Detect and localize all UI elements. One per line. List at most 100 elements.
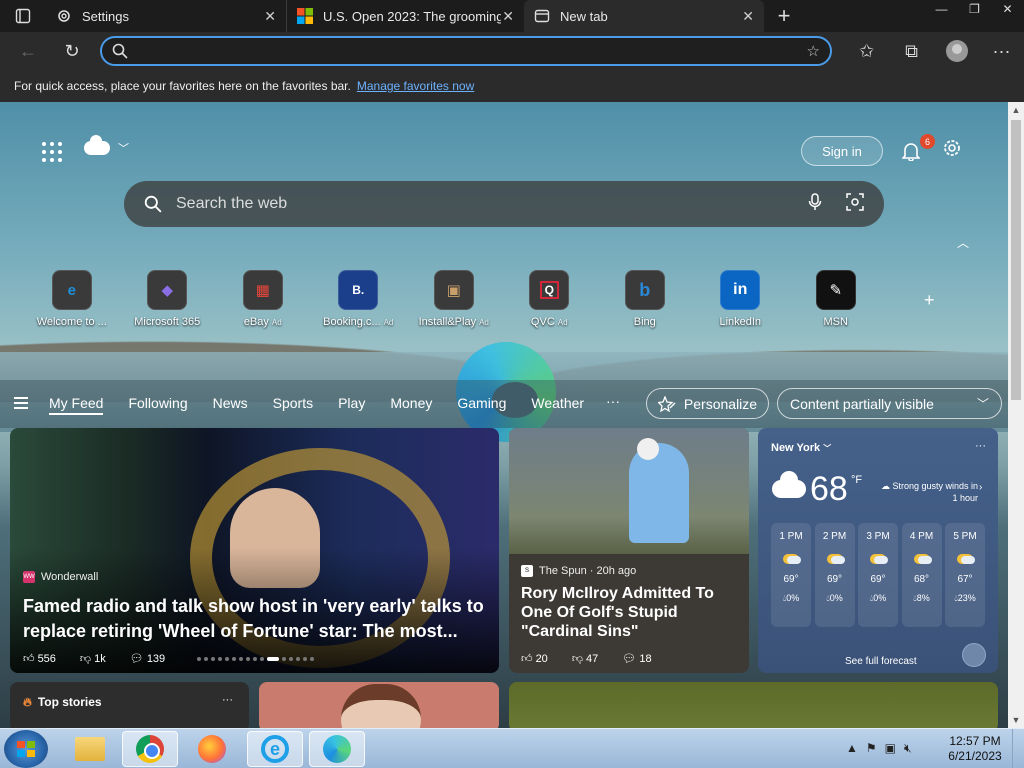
add-quick-link-button[interactable]: + [924, 290, 935, 311]
feed-tab-gaming[interactable]: Gaming [457, 395, 506, 415]
like-button[interactable]: 👍︎ 20 [521, 652, 560, 665]
volume-muted-icon[interactable]: 🔇︎ [904, 741, 912, 756]
close-icon[interactable]: ✕ [264, 8, 276, 25]
start-button[interactable] [4, 730, 48, 768]
web-search-box[interactable] [124, 181, 884, 227]
tab-new-tab[interactable]: New tab ✕ [524, 0, 764, 32]
scroll-up-arrow-icon[interactable]: ▲ [1008, 102, 1024, 118]
action-center-icon[interactable]: ⚑ [866, 741, 877, 756]
scroll-down-arrow-icon[interactable]: ▼ [1008, 712, 1024, 728]
tab-us-open[interactable]: U.S. Open 2023: The grooming m ✕ [286, 0, 524, 32]
taskbar-firefox[interactable] [184, 731, 240, 767]
close-window-button[interactable]: ✕ [991, 0, 1024, 18]
favorites-bar: For quick access, place your favorites h… [0, 70, 1024, 102]
new-tab-button[interactable]: + [764, 3, 804, 29]
carousel-indicator[interactable] [197, 657, 317, 661]
taskbar-clock[interactable]: 12:57 PM 6/21/2023 [944, 734, 1006, 764]
web-search-input[interactable] [162, 195, 794, 213]
like-button[interactable]: 👍︎ 556 [23, 652, 68, 665]
hamburger-menu-icon[interactable] [14, 397, 28, 409]
tab-actions-button[interactable] [0, 0, 46, 32]
refresh-button[interactable]: ↻ [52, 32, 92, 70]
quick-link-msn[interactable]: ✎ MSN [788, 270, 884, 328]
weather-card[interactable]: New York ﹀ ··· 68 °F ☁︎ Strong gusty win… [758, 428, 998, 673]
quick-link-linkedin[interactable]: in LinkedIn [693, 270, 789, 328]
feed-tab-news[interactable]: News [213, 395, 248, 415]
quick-link-booking[interactable]: B. Booking.c... Ad [311, 270, 407, 328]
comments-button[interactable]: 💬︎ 139 [130, 652, 177, 665]
weather-map-icon[interactable] [962, 643, 986, 667]
settings-menu-button[interactable]: ··· [979, 32, 1024, 70]
feed-tab-play[interactable]: Play [338, 395, 365, 415]
feed-tab-weather[interactable]: Weather [531, 395, 584, 415]
story-card-main[interactable]: WW Wonderwall Famed radio and talk show … [10, 428, 499, 673]
taskbar-edge[interactable] [309, 731, 365, 767]
dislike-button[interactable]: 👎︎ 1k [80, 652, 118, 665]
close-icon[interactable]: ✕ [502, 8, 514, 25]
story-card-field[interactable] [509, 682, 998, 728]
hour-forecast[interactable]: 5 PM 67° 💧︎23% [945, 523, 985, 627]
quick-link-bing[interactable]: b Bing [597, 270, 693, 328]
taskbar-chrome[interactable] [122, 731, 178, 767]
page-settings-button[interactable] [942, 138, 962, 164]
scrollbar-thumb[interactable] [1011, 120, 1021, 400]
manage-favorites-link[interactable]: Manage favorites now [357, 79, 474, 93]
quick-link-microsoft-365[interactable]: ◆ Microsoft 365 [120, 270, 216, 328]
back-button[interactable]: ← [8, 32, 48, 70]
content-visibility-dropdown[interactable]: Content partially visible ﹀ [777, 388, 1002, 419]
temperature-unit[interactable]: °F [851, 474, 862, 486]
feed-more-button[interactable]: ··· [606, 393, 620, 409]
feed-tab-my-feed[interactable]: My Feed [49, 395, 104, 415]
microsoft-icon [297, 8, 313, 24]
add-favorite-icon[interactable]: ☆ [807, 42, 820, 60]
profile-button[interactable] [934, 32, 979, 70]
chevron-right-icon[interactable]: › [979, 482, 982, 493]
apps-launcher-icon[interactable] [42, 142, 62, 162]
sign-in-button[interactable]: Sign in [801, 136, 883, 166]
story-card-golf[interactable]: S The Spun · 20h ago Rory McIlroy Admitt… [509, 428, 749, 673]
see-full-forecast-link[interactable]: See full forecast [845, 656, 917, 667]
close-icon[interactable]: ✕ [742, 8, 754, 25]
weather-more-button[interactable]: ··· [975, 440, 986, 452]
page-scrollbar[interactable]: ▲ ▼ [1008, 102, 1024, 728]
weather-widget-button[interactable]: ﹀ [84, 135, 129, 156]
collections-button[interactable]: ⧉ [889, 32, 934, 70]
show-desktop-button[interactable] [1012, 729, 1024, 768]
favorites-button[interactable]: ✩ [844, 32, 889, 70]
dislike-button[interactable]: 👎︎ 47 [572, 652, 610, 665]
refresh-icon: ↻ [64, 40, 80, 61]
hour-forecast[interactable]: 3 PM 69° 💧︎0% [858, 523, 898, 627]
quick-link-welcome[interactable]: e Welcome to ... [24, 270, 120, 328]
hour-forecast[interactable]: 2 PM 69° 💧︎0% [814, 523, 855, 627]
hour-forecast[interactable]: 4 PM 68° 💧︎8% [901, 523, 942, 627]
address-input[interactable] [128, 43, 807, 59]
weather-location[interactable]: New York ﹀ [771, 442, 831, 454]
personalize-button[interactable]: Personalize [646, 388, 769, 419]
story-title[interactable]: Famed radio and talk show host in 'very … [23, 594, 491, 644]
minimize-button[interactable]: — [925, 0, 958, 18]
taskbar-explorer[interactable] [62, 731, 118, 767]
chevron-up-icon[interactable]: ︿ [957, 234, 969, 251]
weather-alert[interactable]: ☁︎ Strong gusty winds in 1 hour [878, 480, 978, 504]
quick-link-qvc[interactable]: Q QVC Ad [502, 270, 598, 328]
comments-button[interactable]: 💬︎ 18 [622, 652, 663, 665]
microphone-icon[interactable] [808, 192, 822, 216]
taskbar-ie[interactable]: e [247, 731, 303, 767]
network-icon[interactable]: ▣ [885, 741, 896, 756]
quick-link-label: Install&Play [418, 316, 477, 328]
hour-forecast[interactable]: 1 PM 69° 💧︎0% [771, 523, 811, 627]
top-stories-card[interactable]: 🔥︎ Top stories ··· [10, 682, 249, 728]
tab-settings[interactable]: Settings ✕ [46, 0, 286, 32]
feed-tab-sports[interactable]: Sports [273, 395, 313, 415]
visual-search-icon[interactable] [846, 192, 864, 216]
feed-tab-money[interactable]: Money [390, 395, 432, 415]
story-card-portrait[interactable] [259, 682, 499, 728]
restore-button[interactable]: ❐ [958, 0, 991, 18]
feed-tab-following[interactable]: Following [128, 395, 187, 415]
story-title[interactable]: Rory McIlroy Admitted To One Of Golf's S… [521, 584, 741, 641]
quick-link-ebay[interactable]: ▦ eBay Ad [215, 270, 311, 328]
show-hidden-icons-icon[interactable]: ▲ [846, 741, 858, 756]
address-bar[interactable]: ☆ [100, 36, 832, 66]
top-stories-more-button[interactable]: ··· [222, 694, 233, 706]
quick-link-install-play[interactable]: ▣ Install&Play Ad [406, 270, 502, 328]
